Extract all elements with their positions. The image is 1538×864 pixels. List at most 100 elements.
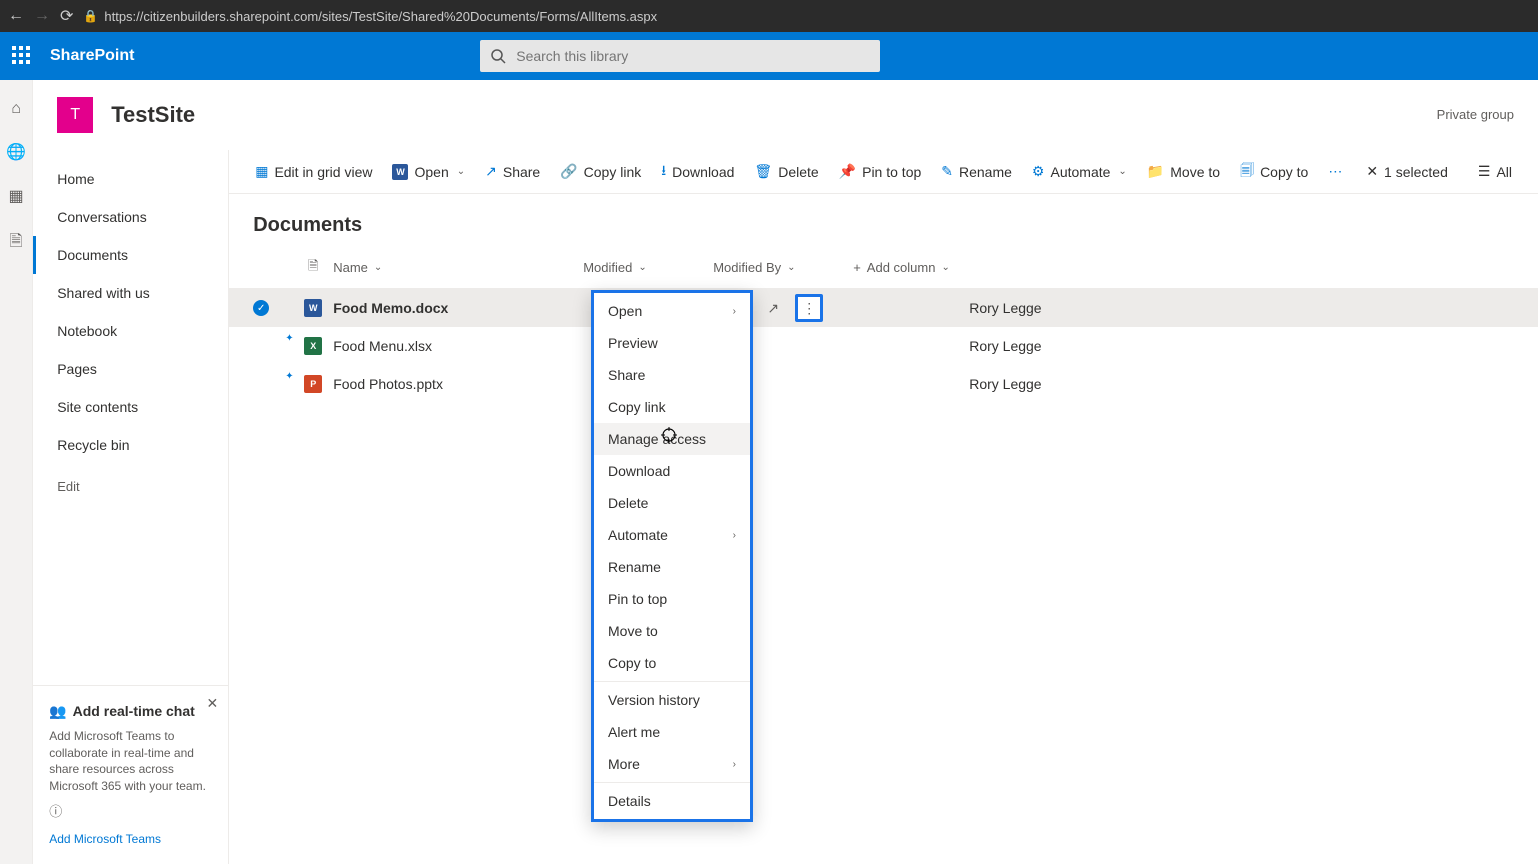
copy-icon: 🗐	[1240, 160, 1254, 184]
ctx-copy-to[interactable]: Copy to	[594, 647, 750, 679]
rename-icon: ✎	[941, 163, 953, 180]
nav-edit[interactable]: Edit	[33, 468, 228, 505]
column-name[interactable]: Name⌄	[333, 260, 583, 275]
share-icon[interactable]: ↗	[759, 294, 787, 322]
ctx-details[interactable]: Details	[594, 785, 750, 817]
cmd-copy-link[interactable]: 🔗Copy link	[552, 163, 649, 180]
site-privacy: Private group	[1437, 107, 1514, 122]
ctx-download[interactable]: Download	[594, 455, 750, 487]
word-file-icon: W	[304, 299, 322, 317]
ctx-copy-link[interactable]: Copy link	[594, 391, 750, 423]
cmd-share[interactable]: ↗Share	[477, 163, 548, 180]
nav-conversations[interactable]: Conversations	[33, 198, 228, 236]
browser-toolbar: ← → ⟳ 🔒 https://citizenbuilders.sharepoi…	[0, 0, 1538, 32]
cmd-rename[interactable]: ✎Rename	[933, 163, 1020, 180]
nav-documents[interactable]: Documents	[33, 236, 228, 274]
suite-header: SharePoint	[0, 32, 1538, 80]
teams-promo-body: Add Microsoft Teams to collaborate in re…	[49, 728, 212, 795]
grid-icon: ▦	[255, 163, 268, 180]
excel-file-icon: X	[304, 337, 322, 355]
cmd-move-to[interactable]: 📁Move to	[1139, 163, 1228, 180]
selected-check-icon[interactable]: ✓	[253, 300, 269, 316]
close-icon[interactable]: ✕	[206, 694, 218, 714]
address-bar[interactable]: 🔒 https://citizenbuilders.sharepoint.com…	[83, 9, 657, 24]
cmd-edit-grid[interactable]: ▦Edit in grid view	[247, 163, 380, 180]
teams-promo: ✕ 👥 Add real-time chat Add Microsoft Tea…	[33, 685, 228, 864]
add-column[interactable]: +Add column⌄	[853, 260, 950, 275]
chevron-down-icon: ⌄	[457, 166, 465, 177]
list-icon: ☰	[1478, 163, 1491, 180]
file-name[interactable]: Food Photos.pptx	[333, 376, 583, 392]
ctx-rename[interactable]: Rename	[594, 551, 750, 583]
view-switcher[interactable]: ☰All	[1470, 163, 1520, 180]
chevron-down-icon: ⌄	[638, 262, 646, 273]
link-icon: 🔗	[560, 163, 577, 180]
nav-notebook[interactable]: Notebook	[33, 312, 228, 350]
app-launcher-icon[interactable]	[12, 46, 32, 66]
left-navigation: Home Conversations Documents Shared with…	[33, 150, 229, 864]
cmd-open[interactable]: WOpen⌄	[384, 164, 473, 180]
nav-home[interactable]: Home	[33, 160, 228, 198]
download-icon: ⭳	[661, 160, 666, 184]
globe-icon[interactable]: 🌐	[6, 142, 26, 162]
nav-shared[interactable]: Shared with us	[33, 274, 228, 312]
nav-pages[interactable]: Pages	[33, 350, 228, 388]
ctx-version-history[interactable]: Version history	[594, 684, 750, 716]
ctx-more[interactable]: More›	[594, 748, 750, 780]
file-row[interactable]: ✓ W Food Memo.docx ↗ ⋮ Rory Legge	[229, 289, 1538, 327]
cmd-pin[interactable]: 📌Pin to top	[831, 163, 930, 180]
selection-count[interactable]: ✕1 selected	[1358, 163, 1456, 180]
site-logo: T	[57, 97, 93, 133]
reload-button[interactable]: ⟳	[60, 6, 73, 26]
chevron-right-icon: ›	[733, 530, 736, 541]
chevron-right-icon: ›	[733, 306, 736, 317]
chevron-right-icon: ›	[733, 759, 736, 770]
more-icon: ⋯	[1328, 163, 1342, 180]
more-actions-button[interactable]: ⋮	[795, 294, 823, 322]
ctx-move-to[interactable]: Move to	[594, 615, 750, 647]
ctx-automate[interactable]: Automate›	[594, 519, 750, 551]
nav-recycle-bin[interactable]: Recycle bin	[33, 426, 228, 464]
ctx-alert-me[interactable]: Alert me	[594, 716, 750, 748]
column-modified-by[interactable]: Modified By⌄	[713, 260, 853, 275]
cmd-copy-to[interactable]: 🗐Copy to	[1232, 160, 1316, 184]
command-bar: ▦Edit in grid view WOpen⌄ ↗Share 🔗Copy l…	[229, 150, 1538, 194]
cmd-more[interactable]: ⋯	[1320, 163, 1350, 180]
clear-icon: ✕	[1366, 163, 1378, 180]
app-name: SharePoint	[50, 47, 134, 65]
share-icon: ↗	[485, 163, 497, 180]
filetype-column-icon[interactable]: 🗎	[293, 257, 333, 279]
home-icon[interactable]: ⌂	[11, 100, 21, 118]
file-name[interactable]: Food Menu.xlsx	[333, 338, 583, 354]
url-text: https://citizenbuilders.sharepoint.com/s…	[104, 9, 657, 24]
ctx-preview[interactable]: Preview	[594, 327, 750, 359]
nav-site-contents[interactable]: Site contents	[33, 388, 228, 426]
file-modified-by: Rory Legge	[969, 376, 1041, 392]
cmd-automate[interactable]: ⚙Automate⌄	[1024, 163, 1135, 180]
lock-icon: 🔒	[83, 9, 98, 23]
files-icon[interactable]: 🗎	[10, 230, 23, 257]
column-modified[interactable]: Modified⌄	[583, 260, 713, 275]
ctx-delete[interactable]: Delete	[594, 487, 750, 519]
ctx-open[interactable]: Open›	[594, 295, 750, 327]
file-name[interactable]: Food Memo.docx	[333, 300, 583, 316]
news-icon[interactable]: ▦	[9, 186, 24, 206]
file-modified-by: Rory Legge	[969, 300, 1041, 316]
automate-icon: ⚙	[1032, 163, 1045, 180]
ctx-pin[interactable]: Pin to top	[594, 583, 750, 615]
info-icon[interactable]: ⓘ	[49, 803, 212, 821]
pin-icon: 📌	[839, 163, 856, 180]
word-icon: W	[392, 164, 408, 180]
cmd-delete[interactable]: 🗑Delete	[746, 163, 826, 180]
teams-promo-link[interactable]: Add Microsoft Teams	[49, 831, 212, 848]
cmd-download[interactable]: ⭳Download	[653, 160, 742, 184]
back-button[interactable]: ←	[8, 7, 24, 25]
search-input[interactable]	[516, 48, 870, 64]
forward-button[interactable]: →	[34, 7, 50, 25]
ctx-manage-access[interactable]: Manage access	[594, 423, 750, 455]
ctx-share[interactable]: Share	[594, 359, 750, 391]
search-box[interactable]	[480, 40, 880, 72]
file-row[interactable]: ✦P Food Photos.pptx Rory Legge	[229, 365, 1538, 403]
library-title: Documents	[229, 194, 1538, 247]
file-row[interactable]: ✦X Food Menu.xlsx Rory Legge	[229, 327, 1538, 365]
